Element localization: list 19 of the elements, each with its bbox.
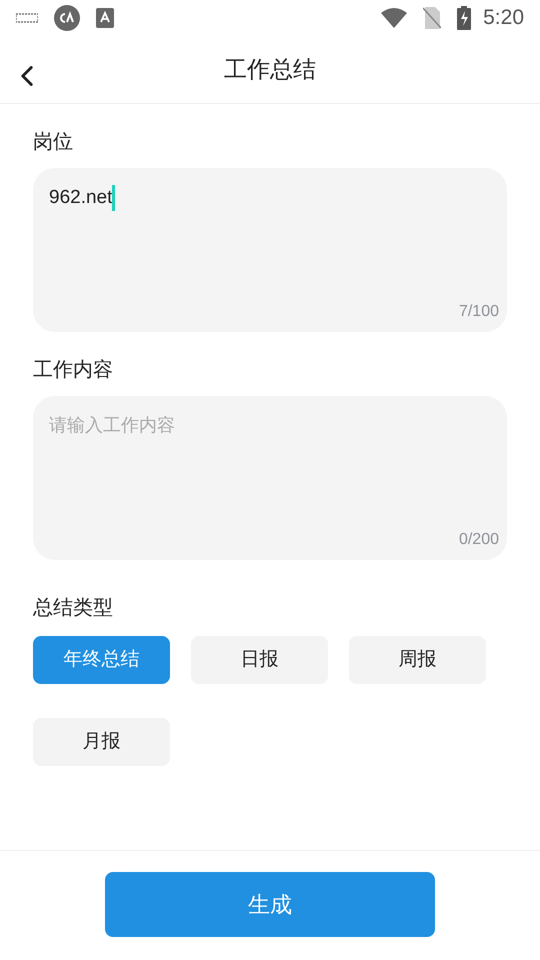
type-option-button[interactable]: 日报: [191, 636, 328, 684]
type-option-button[interactable]: 月报: [33, 718, 170, 766]
battery-charging-icon: [457, 6, 472, 30]
no-sim-icon: [423, 7, 442, 29]
section-label: 总结类型: [33, 596, 114, 621]
character-counter: 0/200: [458, 530, 499, 550]
field-value: 962.net: [49, 186, 112, 210]
field-label: 工作内容: [33, 358, 114, 383]
text-icon: [96, 8, 114, 28]
text-cursor: [112, 185, 116, 212]
character-counter: 7/100: [458, 302, 499, 322]
field-label: 岗位: [33, 130, 74, 155]
status-time: 5:20: [483, 5, 524, 32]
wifi-icon: [381, 8, 408, 28]
text-area-field[interactable]: 962.net 7/100: [33, 168, 507, 332]
app-logo-icon: [54, 5, 80, 31]
page-title: 工作总结: [224, 55, 316, 84]
field-placeholder: 请输入工作内容: [49, 414, 175, 437]
type-option-button[interactable]: 周报: [349, 636, 486, 684]
